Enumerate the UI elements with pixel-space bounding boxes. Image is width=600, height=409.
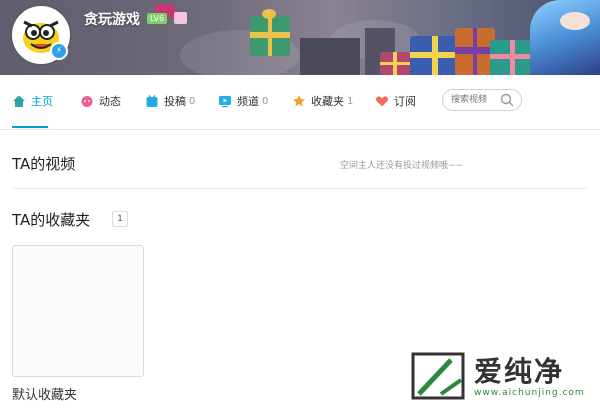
gender-icon bbox=[174, 12, 187, 24]
banner-gift bbox=[490, 40, 535, 75]
tab-home[interactable]: 主页 bbox=[12, 75, 53, 127]
dynamic-icon bbox=[81, 96, 93, 107]
channel-count: 0 bbox=[262, 95, 269, 107]
tab-subscribe-label: 订阅 bbox=[394, 95, 416, 108]
banner-building bbox=[300, 38, 360, 75]
favorite-folder-cover[interactable] bbox=[12, 245, 144, 377]
level-badge: LV6 bbox=[147, 13, 168, 24]
watermark-text: 爱纯净 bbox=[474, 355, 565, 388]
banner-gift bbox=[410, 36, 460, 75]
videos-section-title: TA的视频 bbox=[12, 155, 76, 173]
watermark-url: www.aichunjing.com bbox=[474, 388, 585, 398]
tab-dynamic-label: 动态 bbox=[99, 95, 121, 108]
banner-gift bbox=[455, 28, 495, 75]
home-icon bbox=[13, 95, 25, 107]
upload-icon bbox=[146, 94, 158, 107]
username: 贪玩游戏 bbox=[84, 12, 140, 28]
tab-favorites-label: 收藏夹 bbox=[311, 95, 344, 108]
videos-empty-note: 空间主人还没有投过视频哦~~ bbox=[340, 161, 464, 171]
tab-home-label: 主页 bbox=[31, 95, 53, 108]
gift-bow bbox=[262, 9, 276, 19]
tab-favorites[interactable]: 收藏夹 1 bbox=[292, 75, 353, 127]
tab-channel[interactable]: 频道 0 bbox=[218, 75, 268, 127]
tab-upload[interactable]: 投稿 0 bbox=[145, 75, 195, 127]
channel-icon bbox=[219, 96, 231, 108]
watermark-logo-icon bbox=[411, 352, 465, 400]
banner-character bbox=[530, 0, 600, 75]
tab-dynamic[interactable]: 动态 bbox=[80, 75, 121, 127]
tab-channel-label: 频道 bbox=[237, 95, 259, 108]
favorite-folder-name[interactable]: 默认收藏夹 bbox=[12, 384, 77, 403]
verified-icon: ⚡ bbox=[50, 42, 68, 60]
section-divider bbox=[12, 188, 588, 189]
favorites-count-badge: 1 bbox=[112, 211, 128, 227]
favorites-section-title: TA的收藏夹 bbox=[12, 211, 91, 229]
upload-count: 0 bbox=[189, 95, 196, 107]
star-icon bbox=[293, 95, 305, 107]
tab-subscribe[interactable]: 订阅 bbox=[375, 75, 416, 127]
search-icon[interactable] bbox=[500, 93, 514, 107]
active-tab-indicator bbox=[12, 126, 48, 128]
favorites-count: 1 bbox=[347, 95, 354, 107]
banner-gift bbox=[250, 16, 290, 56]
tab-upload-label: 投稿 bbox=[164, 95, 186, 108]
banner-character-face bbox=[560, 12, 590, 30]
profile-nav: 主页 动态 投稿 0 频道 0 收藏夹 1 订阅 bbox=[0, 75, 600, 130]
banner-gift bbox=[380, 52, 410, 75]
heart-icon bbox=[375, 96, 389, 107]
